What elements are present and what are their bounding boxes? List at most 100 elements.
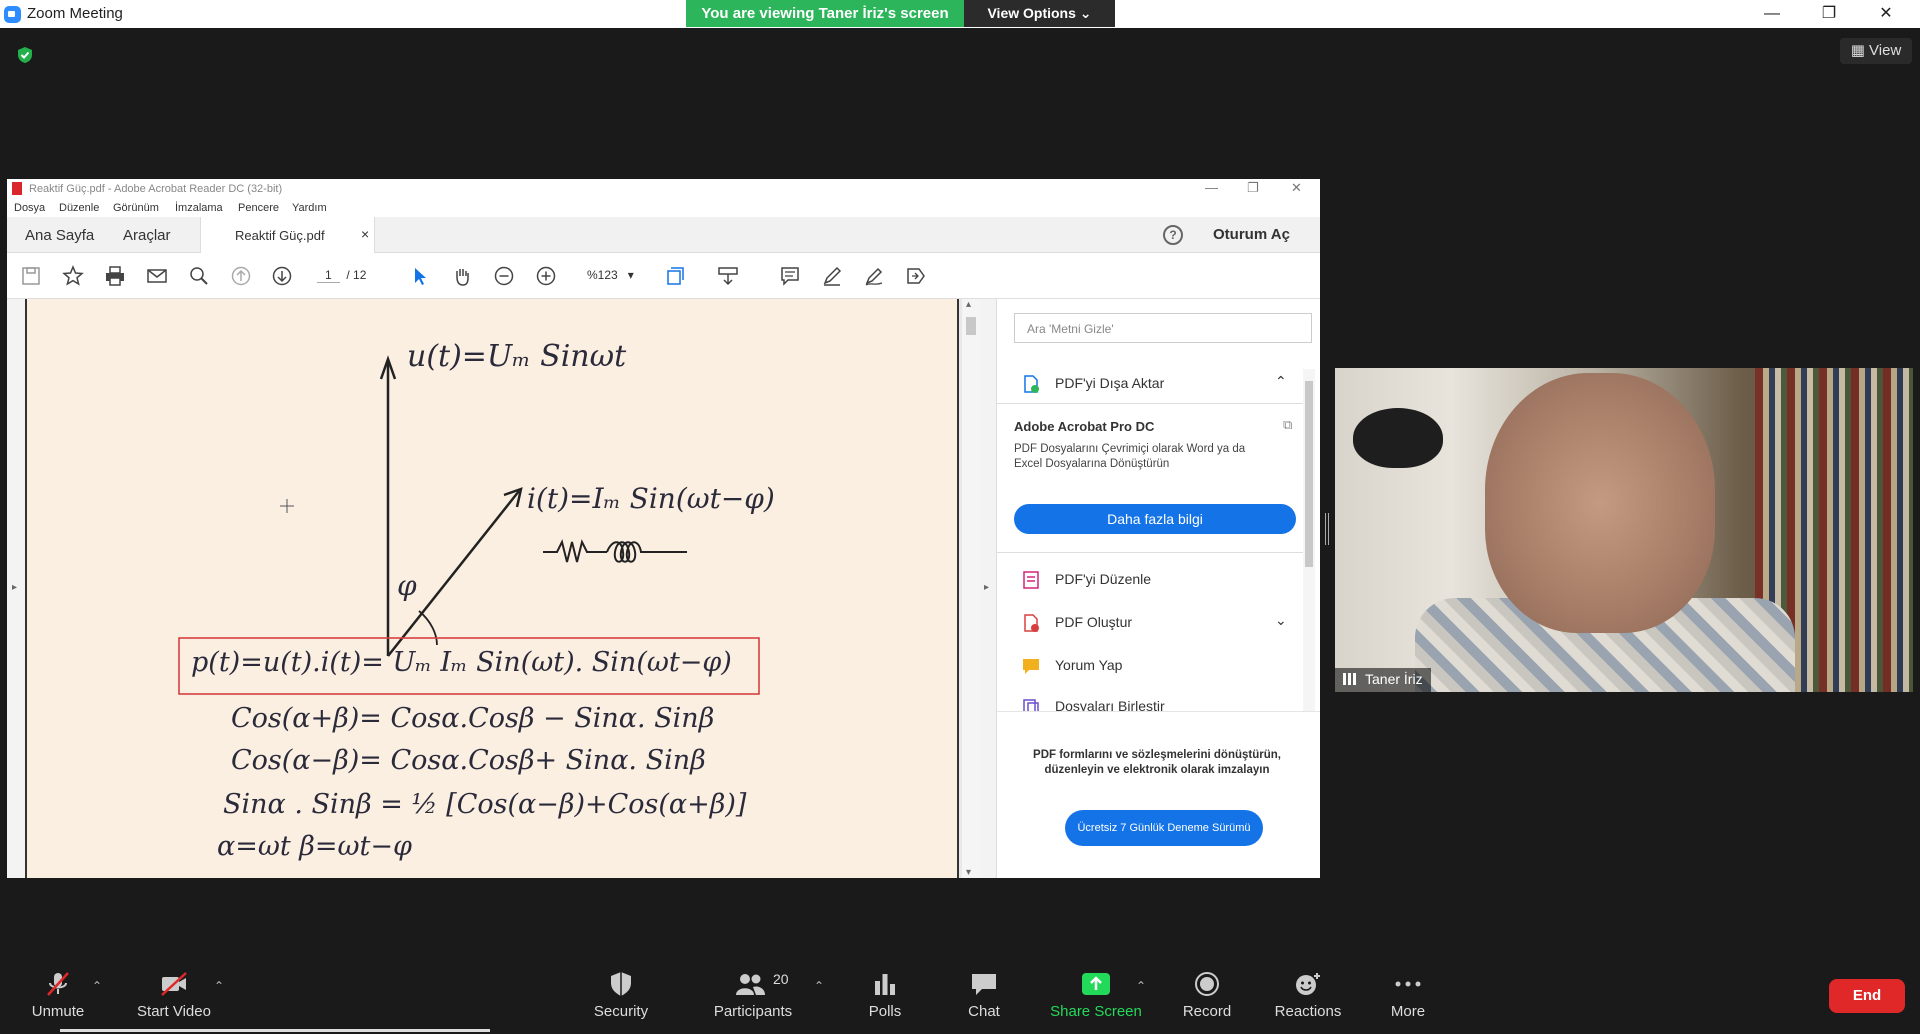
window-title: Zoom Meeting bbox=[27, 5, 123, 22]
audio-options-caret-icon[interactable]: ⌃ bbox=[92, 979, 102, 993]
tools-search-input[interactable]: Ara 'Metni Gizle' bbox=[1014, 313, 1312, 343]
acrobat-close-icon[interactable]: ✕ bbox=[1291, 180, 1302, 196]
fit-page-icon[interactable] bbox=[665, 265, 687, 287]
copy-icon[interactable]: ⧉ bbox=[1283, 417, 1292, 433]
left-panel-toggle[interactable]: ▸ bbox=[7, 299, 25, 878]
chat-button[interactable]: Chat bbox=[934, 971, 1034, 1020]
tab-tools[interactable]: Araçlar bbox=[123, 227, 171, 244]
shared-screen-acrobat: Reaktif Güç.pdf - Adobe Acrobat Reader D… bbox=[7, 179, 1320, 878]
combine-files-label: Dosyaları Birleştir bbox=[1055, 698, 1165, 711]
participants-count: 20 bbox=[773, 971, 789, 987]
security-button[interactable]: Security bbox=[571, 971, 671, 1020]
encryption-shield-icon[interactable] bbox=[16, 46, 34, 64]
zoom-out-icon[interactable] bbox=[493, 265, 515, 287]
restore-button[interactable]: ❐ bbox=[1806, 2, 1852, 26]
zoom-level-select[interactable]: %123 ▾ bbox=[587, 268, 634, 282]
acrobat-titlebar: Reaktif Güç.pdf - Adobe Acrobat Reader D… bbox=[7, 179, 1320, 199]
create-pdf-item[interactable]: PDF Oluştur ⌄ bbox=[997, 603, 1303, 643]
page-total: / 12 bbox=[346, 268, 367, 282]
panel-resize-handle[interactable] bbox=[1325, 513, 1329, 545]
tools-panel-scroll-thumb[interactable] bbox=[1305, 381, 1313, 567]
hand-tool-icon[interactable] bbox=[451, 265, 473, 287]
tab-document[interactable]: Reaktif Güç.pdf × bbox=[200, 217, 375, 253]
page-up-icon[interactable] bbox=[230, 265, 252, 287]
page-number-field[interactable]: 1 / 12 bbox=[317, 268, 367, 283]
sin-product-identity: Sinα . Sinβ = ½ [Cos(α−β)+Cos(α+β)] bbox=[223, 789, 747, 820]
chevron-down-icon[interactable]: ⌄ bbox=[1275, 612, 1287, 629]
edit-pdf-item[interactable]: PDF'yi Düzenle bbox=[997, 560, 1303, 600]
create-pdf-icon bbox=[1024, 614, 1039, 632]
star-icon[interactable] bbox=[62, 265, 84, 287]
polls-label: Polls bbox=[868, 1003, 902, 1020]
pen-icon[interactable] bbox=[821, 265, 843, 287]
start-video-button[interactable]: Start Video bbox=[124, 971, 224, 1020]
start-video-label: Start Video bbox=[137, 1003, 211, 1020]
record-label: Record bbox=[1182, 1003, 1232, 1020]
right-panel-toggle[interactable]: ▸ bbox=[980, 299, 997, 878]
tab-close-icon[interactable]: × bbox=[361, 226, 369, 242]
document-scroll-thumb[interactable] bbox=[966, 317, 976, 335]
document-view[interactable]: ▸ u(t)=Uₘ Sinωt i(t)=Iₘ Sin(ωt−φ) φ p(t)… bbox=[7, 299, 997, 878]
comment-icon[interactable] bbox=[779, 265, 801, 287]
menu-yardim[interactable]: Yardım bbox=[292, 202, 327, 214]
menu-gorunum[interactable]: Görünüm bbox=[113, 202, 159, 214]
more-button[interactable]: More bbox=[1358, 971, 1458, 1020]
end-meeting-button[interactable]: End bbox=[1829, 979, 1905, 1013]
share-screen-button[interactable]: Share Screen bbox=[1046, 971, 1146, 1020]
record-button[interactable]: Record bbox=[1157, 971, 1257, 1020]
comment-bubble-icon bbox=[1023, 659, 1039, 674]
participant-video-tile[interactable]: Taner İriz bbox=[1335, 368, 1913, 692]
document-scrollbar[interactable]: ▴ ▾ bbox=[962, 299, 980, 878]
menu-dosya[interactable]: Dosya bbox=[14, 202, 45, 214]
reactions-button[interactable]: Reactions bbox=[1258, 971, 1358, 1020]
menu-duzenle[interactable]: Düzenle bbox=[59, 202, 99, 214]
tools-panel-scrollbar[interactable] bbox=[1303, 369, 1315, 719]
acrobat-restore-icon[interactable]: ❐ bbox=[1247, 180, 1259, 196]
free-trial-button[interactable]: Ücretsiz 7 Günlük Deneme Sürümü bbox=[1065, 810, 1263, 846]
acrobat-title: Reaktif Güç.pdf - Adobe Acrobat Reader D… bbox=[29, 183, 283, 195]
view-options-button[interactable]: View Options ⌄ bbox=[964, 0, 1115, 27]
lamp-background bbox=[1353, 408, 1443, 468]
scroll-mode-icon[interactable] bbox=[717, 265, 739, 287]
email-icon[interactable] bbox=[146, 265, 168, 287]
view-button-label: View bbox=[1869, 42, 1902, 59]
edit-pdf-label: PDF'yi Düzenle bbox=[1055, 571, 1152, 587]
scroll-up-icon[interactable]: ▴ bbox=[966, 299, 971, 310]
page-current[interactable]: 1 bbox=[317, 268, 340, 283]
left-panel-arrow-icon[interactable]: ▸ bbox=[12, 582, 17, 593]
help-icon[interactable]: ? bbox=[1163, 225, 1183, 245]
page-down-icon[interactable] bbox=[271, 265, 293, 287]
minimize-button[interactable]: — bbox=[1749, 2, 1795, 26]
tab-home[interactable]: Ana Sayfa bbox=[25, 227, 94, 244]
video-options-caret-icon[interactable]: ⌃ bbox=[214, 979, 224, 993]
save-icon[interactable] bbox=[20, 265, 42, 287]
sign-in-link[interactable]: Oturum Aç bbox=[1213, 226, 1290, 243]
comment-item[interactable]: Yorum Yap bbox=[997, 646, 1303, 686]
chevron-up-icon[interactable]: ⌃ bbox=[1275, 373, 1287, 390]
menu-pencere[interactable]: Pencere bbox=[238, 202, 279, 214]
voltage-equation: u(t)=Uₘ Sinωt bbox=[407, 339, 627, 374]
power-equation: p(t)=u(t).i(t)= Uₘ Iₘ Sin(ωt). Sin(ωt−φ) bbox=[191, 647, 732, 678]
zoom-search-icon[interactable] bbox=[188, 265, 210, 287]
share-tag-icon[interactable] bbox=[905, 265, 927, 287]
share-screen-icon bbox=[1082, 973, 1110, 995]
participants-caret-icon[interactable]: ⌃ bbox=[814, 979, 824, 993]
menu-imzalama[interactable]: İmzalama bbox=[175, 202, 223, 214]
combine-files-item[interactable]: Dosyaları Birleştir bbox=[997, 687, 1303, 711]
learn-more-button[interactable]: Daha fazla bilgi bbox=[1014, 504, 1296, 534]
select-cursor-icon[interactable] bbox=[409, 265, 431, 287]
participants-button[interactable]: 20 Participants bbox=[703, 971, 803, 1020]
participant-face bbox=[1485, 373, 1715, 633]
right-panel-arrow-icon[interactable]: ▸ bbox=[984, 582, 989, 593]
view-layout-button[interactable]: ▦ View bbox=[1840, 38, 1912, 64]
sign-icon[interactable] bbox=[863, 265, 885, 287]
chat-label: Chat bbox=[968, 1003, 1000, 1020]
export-pdf-item[interactable]: PDF'yi Dışa Aktar ⌃ bbox=[997, 364, 1303, 404]
polls-button[interactable]: Polls bbox=[835, 971, 935, 1020]
close-button[interactable]: ✕ bbox=[1863, 2, 1909, 26]
acrobat-minimize-icon[interactable]: — bbox=[1205, 180, 1218, 195]
zoom-in-icon[interactable] bbox=[535, 265, 557, 287]
print-icon[interactable] bbox=[104, 265, 126, 287]
scroll-down-icon[interactable]: ▾ bbox=[966, 867, 971, 878]
share-options-caret-icon[interactable]: ⌃ bbox=[1136, 979, 1146, 993]
